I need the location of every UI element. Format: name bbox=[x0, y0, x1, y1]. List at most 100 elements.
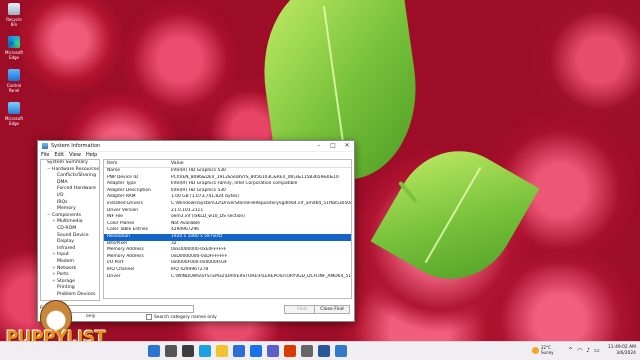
desktop-icon-recycle-bin[interactable]: Recycle Bin bbox=[3, 3, 25, 27]
close-button[interactable]: ✕ bbox=[340, 141, 354, 151]
chevron-up-icon[interactable]: ^ bbox=[568, 347, 573, 354]
value-cell: Intel(R) HD Graphics 530 bbox=[171, 168, 226, 173]
table-row[interactable]: PNP Device ID PCI\VEN_8086&DEV_1912&SUBSY… bbox=[104, 175, 351, 182]
minimize-button[interactable]: – bbox=[312, 141, 326, 151]
desktop-icon-edge[interactable]: Microsoft Edge bbox=[3, 36, 25, 60]
teams-icon[interactable] bbox=[267, 345, 279, 357]
speaker-icon[interactable]: ♪ bbox=[586, 347, 590, 354]
table-row[interactable]: I/O Port 0x0000F000-0x0000F03F bbox=[104, 260, 351, 267]
start-icon[interactable] bbox=[148, 345, 160, 357]
table-row[interactable]: Driver Version 21.0.101.2111 bbox=[104, 208, 351, 215]
store-icon[interactable] bbox=[233, 345, 245, 357]
edge-icon[interactable] bbox=[199, 345, 211, 357]
mail-icon[interactable] bbox=[250, 345, 262, 357]
table-row[interactable]: Memory Address 0xE0000000-0xE0FFFFFF bbox=[104, 247, 351, 254]
table-row[interactable]: Adapter RAM 1.00 GB (1,073,741,824 bytes) bbox=[104, 194, 351, 201]
desktop-icons: Recycle Bin Microsoft Edge Control Panel… bbox=[3, 3, 25, 135]
system-information-icon bbox=[42, 143, 48, 149]
table-row[interactable]: Color Planes Not Available bbox=[104, 221, 351, 228]
maximize-button[interactable]: □ bbox=[326, 141, 340, 151]
tree-item[interactable]: I/O bbox=[41, 193, 99, 200]
desktop-icon-control-panel[interactable]: Control Panel bbox=[3, 69, 25, 93]
details-rows: Name Intel(R) HD Graphics 530 PNP Device I… bbox=[104, 168, 351, 280]
tree-item-label: Conflicts/Sharing bbox=[57, 173, 97, 179]
menu-file[interactable]: File bbox=[41, 152, 49, 159]
tree-item[interactable]: Conflicts/Sharing bbox=[41, 173, 99, 180]
value-cell: 21.0.101.2111 bbox=[171, 207, 204, 213]
desktop-icon-this-pc[interactable]: Microsoft Edge bbox=[3, 102, 25, 126]
tree-item-label: Network bbox=[57, 265, 77, 271]
desktop-icon-label: Recycle Bin bbox=[6, 17, 22, 27]
search-icon[interactable] bbox=[165, 345, 177, 357]
tree-item-label: Problem Devices bbox=[57, 291, 96, 297]
tree-item[interactable]: Printing bbox=[41, 285, 99, 292]
edge-icon bbox=[8, 36, 20, 48]
explorer-icon[interactable] bbox=[216, 345, 228, 357]
title-bar[interactable]: System Information – □ ✕ bbox=[38, 141, 354, 152]
table-row[interactable]: Adapter Type Intel(R) HD Graphics Family,… bbox=[104, 181, 351, 188]
tree-item[interactable]: Problem Devices bbox=[41, 292, 99, 299]
table-row[interactable]: Name Intel(R) HD Graphics 530 bbox=[104, 168, 351, 175]
taskbar: 22°C Sunny ^ ◠ ♪ ▭ 11:49:02 AM 3/6/2024 bbox=[0, 341, 640, 360]
word-icon[interactable] bbox=[318, 345, 330, 357]
table-row[interactable]: Bits/Pixel 32 bbox=[104, 241, 351, 248]
table-row[interactable]: Resolution 1920 x 1080 x 59 hertz bbox=[104, 233, 351, 241]
task-view-icon[interactable] bbox=[182, 345, 194, 357]
table-row[interactable]: INF File oem3.inf (iSKLD_w10_DS section) bbox=[104, 214, 351, 221]
table-row[interactable]: Color Table Entries 4294967296 bbox=[104, 227, 351, 234]
table-row[interactable]: Installed Drivers C:\Windows\System32\Dri… bbox=[104, 201, 351, 208]
column-header-value[interactable]: Value bbox=[171, 160, 184, 167]
tree-item[interactable]: +Multimedia bbox=[41, 219, 99, 226]
weather-widget[interactable]: 22°C Sunny bbox=[532, 345, 554, 355]
tree-item-label: Input bbox=[57, 252, 69, 258]
value-cell: C:\WINDOWS\SYSTEM32\DRIVERSTORE\FILEREPO… bbox=[171, 273, 351, 279]
details-list[interactable]: Item Value Name Intel(R) HD Graphics 530 P… bbox=[103, 159, 352, 299]
tree-item-label: Infrared bbox=[57, 245, 76, 251]
tree-item[interactable]: Display bbox=[41, 239, 99, 246]
value-cell: 32 bbox=[171, 240, 177, 246]
tree-item[interactable]: Memory bbox=[41, 206, 99, 213]
settings-icon[interactable] bbox=[301, 345, 313, 357]
category-tree[interactable]: System Summary −Hardware Resources Conflic… bbox=[40, 159, 100, 301]
value-cell: Not Available bbox=[171, 220, 200, 226]
this-pc-icon bbox=[8, 102, 20, 114]
menu-help[interactable]: Help bbox=[86, 152, 97, 159]
item-cell: Driver bbox=[107, 273, 121, 279]
item-cell: IRQ Channel bbox=[107, 266, 135, 272]
close-find-button[interactable]: Close Find bbox=[314, 305, 350, 314]
tree-item[interactable]: Infrared bbox=[41, 246, 99, 253]
menu-view[interactable]: View bbox=[69, 152, 81, 159]
tree-item-label: CD-ROM bbox=[57, 225, 77, 231]
tree-item-label: Display bbox=[57, 239, 74, 245]
table-row[interactable]: Memory Address 0xD0000000-0xDFFFFFFF bbox=[104, 254, 351, 261]
menu-bar: File Edit View Help bbox=[38, 152, 354, 159]
tree-item[interactable]: System Summary bbox=[41, 160, 99, 167]
menu-edit[interactable]: Edit bbox=[54, 152, 64, 159]
tree-item-label: Memory bbox=[57, 206, 76, 212]
battery-icon[interactable]: ▭ bbox=[594, 347, 600, 354]
table-row[interactable]: IRQ Channel IRQ 4294967278 bbox=[104, 267, 351, 274]
checkbox[interactable] bbox=[146, 314, 152, 320]
item-cell: Bits/Pixel bbox=[107, 240, 127, 246]
system-information-window: System Information – □ ✕ File Edit View … bbox=[37, 140, 355, 322]
tree-item[interactable]: Forced Hardware bbox=[41, 186, 99, 193]
wifi-icon[interactable]: ◠ bbox=[577, 347, 582, 354]
taskbar-clock[interactable]: 11:49:02 AM 3/6/2024 bbox=[608, 345, 636, 357]
sun-icon bbox=[532, 346, 539, 354]
column-header-item[interactable]: Item bbox=[104, 160, 171, 167]
value-cell: 4294967296 bbox=[171, 227, 199, 233]
control-panel-icon bbox=[8, 69, 20, 81]
sysinfo-icon[interactable] bbox=[335, 345, 347, 357]
tree-item-label: Forced Hardware bbox=[57, 186, 96, 192]
tree-item[interactable]: +Input bbox=[41, 252, 99, 259]
item-cell: Color Planes bbox=[107, 220, 135, 226]
tree-item[interactable]: +Network bbox=[41, 266, 99, 273]
tree-item[interactable]: +Ports bbox=[41, 272, 99, 279]
office-icon[interactable] bbox=[284, 345, 296, 357]
tree-item[interactable]: Modem bbox=[41, 259, 99, 266]
search-category-names-option[interactable]: Search category names only bbox=[146, 314, 217, 320]
value-cell: 1920 x 1080 x 59 hertz bbox=[171, 233, 223, 239]
table-row[interactable]: Adapter Description Intel(R) HD Graphics … bbox=[104, 188, 351, 195]
tree-item[interactable]: CD-ROM bbox=[41, 226, 99, 233]
table-row[interactable]: Driver C:\WINDOWS\SYSTEM32\DRIVERSTORE\FI… bbox=[104, 274, 351, 281]
